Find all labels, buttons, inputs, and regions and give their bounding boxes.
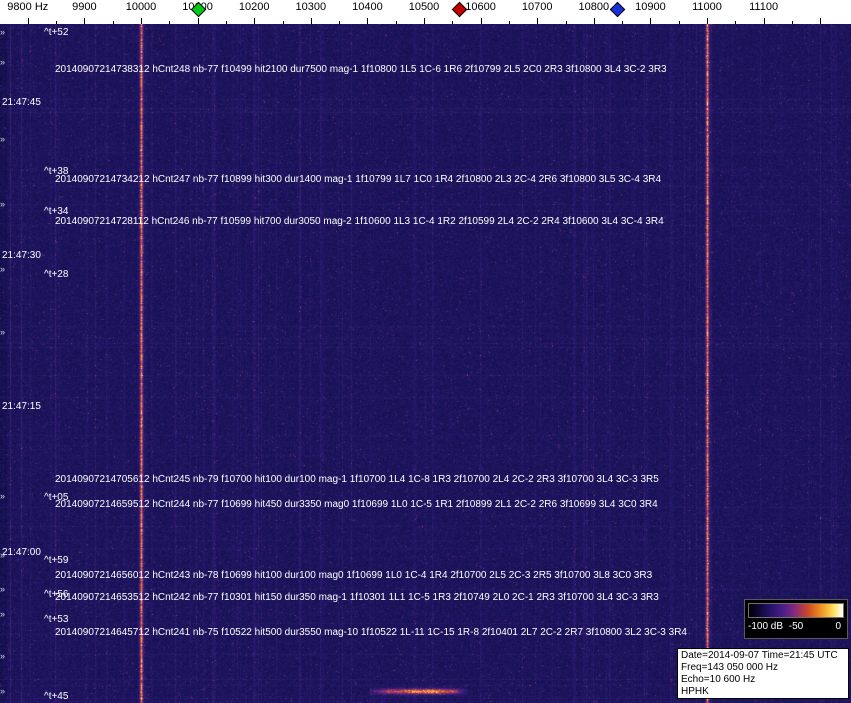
info-echo: Echo=10 600 Hz: [681, 674, 756, 685]
event-time-marker: ^t+53: [44, 614, 69, 625]
axis-tick: [395, 21, 397, 24]
edge-marker: »: [0, 584, 6, 594]
edge-marker: »: [0, 609, 6, 619]
axis-tick: [707, 18, 708, 24]
axis-tick: [27, 18, 29, 24]
axis-tick: [650, 18, 652, 24]
time-label: 21:47:30: [2, 250, 41, 261]
time-label: 21:47:45: [2, 97, 41, 108]
axis-tick: [84, 18, 86, 24]
axis-tick: [480, 18, 482, 24]
event-time-marker: ^t+45: [44, 691, 69, 702]
axis-tick: [282, 21, 284, 24]
colorbar-label-min: -100 dB: [748, 621, 784, 632]
event-time-marker: ^t+59: [44, 555, 69, 566]
axis-label-10900: 10900: [635, 1, 666, 13]
status-info-box: Date=2014-09-07 Time=21:45 UTC Freq=143 …: [677, 648, 849, 699]
axis-tick: [56, 21, 58, 24]
axis-tick: [367, 18, 369, 24]
axis-tick: [169, 21, 171, 24]
axis-tick: [508, 21, 510, 24]
axis-tick: [112, 21, 114, 24]
axis-tick: [424, 18, 425, 24]
event-time-marker: ^t+28: [44, 269, 69, 280]
time-label: 21:47:15: [2, 401, 41, 412]
axis-label-11100: 11100: [749, 1, 779, 13]
axis-label-10200: 10200: [238, 1, 270, 13]
annotation-overlay: 21:47:45 21:47:30 21:47:15 21:47:00 ^t+52 ^t+…: [0, 0, 851, 703]
event-annotation: 20140907214645712 hCnt241 nb-75 f10522 h…: [55, 627, 687, 638]
meteor-echo-monitor: 9800 Hz990010000101001020010300104001050…: [0, 0, 851, 703]
axis-label-10800: 10800: [578, 1, 610, 13]
axis-tick: [593, 18, 595, 24]
colorbar: -100 dB -50 0: [744, 599, 848, 639]
axis-label-9900: 9900: [72, 1, 97, 13]
axis-tick: [197, 18, 199, 24]
axis-tick: [678, 21, 680, 24]
axis-label-10400: 10400: [352, 1, 383, 13]
event-time-marker: ^t+52: [44, 27, 69, 38]
axis-label-11000: 11000: [692, 1, 722, 13]
edge-marker: »: [0, 57, 6, 67]
axis-label-10000: 10000: [125, 1, 157, 13]
event-annotation: 20140907214705612 hCnt245 nb-79 f10700 h…: [55, 474, 659, 485]
time-label: 21:47:00: [2, 547, 41, 558]
event-annotation: 20140907214728112 hCnt246 nb-77 f10599 h…: [55, 216, 664, 227]
info-date-time: Date=2014-09-07 Time=21:45 UTC: [681, 650, 838, 661]
event-annotation: 20140907214653512 hCnt242 nb-77 f10301 h…: [55, 592, 659, 603]
edge-marker: »: [0, 686, 6, 696]
colorbar-label-max: 0: [835, 621, 841, 632]
edge-marker: »: [0, 327, 6, 337]
edge-marker: »: [0, 550, 6, 560]
axis-label-10600: 10600: [465, 1, 496, 13]
edge-marker: »: [0, 199, 6, 209]
blue-diamond-marker-icon[interactable]: [609, 1, 626, 18]
axis-tick: [791, 21, 793, 24]
info-station: HPHK: [681, 686, 709, 697]
edge-marker: »: [0, 491, 6, 501]
event-annotation: 20140907214738312 hCnt248 nb-77 f10499 h…: [55, 64, 667, 75]
info-frequency: Freq=143 050 000 Hz: [681, 662, 779, 673]
axis-tick: [452, 21, 454, 24]
axis-tick: [310, 18, 312, 24]
event-annotation: 20140907214659512 hCnt244 nb-77 f10699 h…: [55, 499, 658, 510]
axis-tick: [622, 21, 624, 24]
axis-tick: [820, 18, 822, 24]
axis-tick: [254, 18, 256, 24]
axis-label-10300: 10300: [295, 1, 327, 13]
axis-tick: [763, 18, 765, 24]
axis-label-10700: 10700: [521, 1, 553, 13]
axis-tick: [339, 21, 341, 24]
axis-label-10500: 10500: [408, 1, 440, 13]
edge-marker: »: [0, 134, 6, 144]
axis-label-9800: 9800 Hz: [7, 1, 49, 13]
event-annotation: 20140907214656012 hCnt243 nb-78 f10699 h…: [55, 570, 653, 581]
axis-tick: [565, 21, 567, 24]
frequency-axis: 9800 Hz990010000101001020010300104001050…: [0, 0, 851, 24]
axis-tick: [735, 21, 737, 24]
event-annotation: 20140907214734212 hCnt247 nb-77 f10899 h…: [55, 174, 662, 185]
colorbar-gradient: [748, 603, 844, 618]
axis-tick: [225, 21, 227, 24]
edge-marker: »: [0, 27, 6, 37]
edge-marker: »: [0, 264, 6, 274]
colorbar-label-mid: -50: [788, 621, 804, 632]
axis-tick: [141, 18, 142, 24]
edge-marker: »: [0, 651, 6, 661]
axis-tick: [537, 18, 539, 24]
